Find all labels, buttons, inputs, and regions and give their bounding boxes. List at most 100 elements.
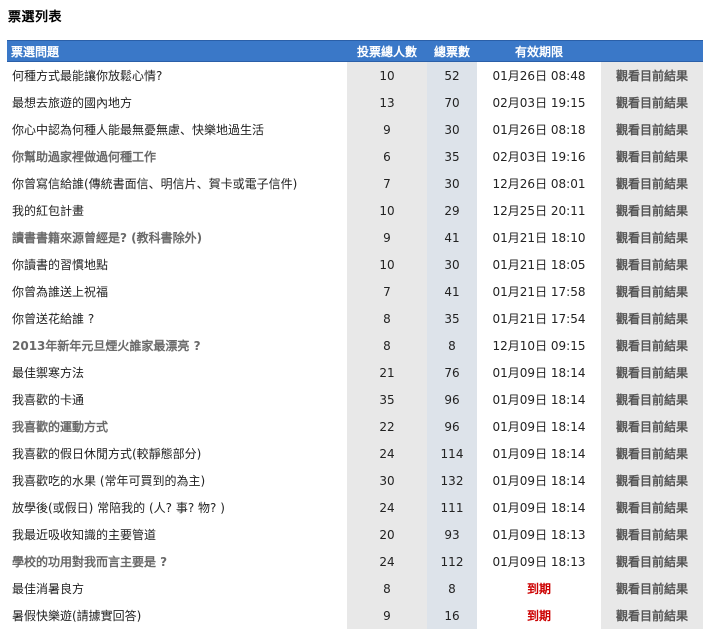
total-votes-cell: 93 bbox=[427, 521, 477, 548]
voters-cell: 10 bbox=[347, 197, 427, 224]
voters-cell: 24 bbox=[347, 440, 427, 467]
voters-cell: 20 bbox=[347, 521, 427, 548]
view-results-button[interactable]: 觀看目前結果 bbox=[601, 224, 703, 251]
table-row: 你曾送花給誰 ? 8 35 01月21日 17:54 觀看目前結果 bbox=[7, 305, 703, 332]
voters-cell: 22 bbox=[347, 413, 427, 440]
voters-cell: 13 bbox=[347, 89, 427, 116]
table-row: 最想去旅遊的國內地方 13 70 02月03日 19:15 觀看目前結果 bbox=[7, 89, 703, 116]
voters-cell: 7 bbox=[347, 170, 427, 197]
view-results-button[interactable]: 觀看目前結果 bbox=[601, 386, 703, 413]
view-results-button[interactable]: 觀看目前結果 bbox=[601, 521, 703, 548]
total-votes-cell: 41 bbox=[427, 224, 477, 251]
question-cell: 我喜歡的假日休閒方式(較靜態部分) bbox=[7, 440, 347, 467]
voters-cell: 30 bbox=[347, 467, 427, 494]
view-results-button[interactable]: 觀看目前結果 bbox=[601, 440, 703, 467]
view-results-button[interactable]: 觀看目前結果 bbox=[601, 332, 703, 359]
view-results-button[interactable]: 觀看目前結果 bbox=[601, 116, 703, 143]
total-votes-cell: 30 bbox=[427, 116, 477, 143]
total-votes-cell: 29 bbox=[427, 197, 477, 224]
header-expiry: 有效期限 bbox=[477, 40, 601, 62]
table-row: 你曾為誰送上祝福 7 41 01月21日 17:58 觀看目前結果 bbox=[7, 278, 703, 305]
table-row: 我喜歡的卡通 35 96 01月09日 18:14 觀看目前結果 bbox=[7, 386, 703, 413]
expiry-cell: 01月21日 18:05 bbox=[492, 258, 586, 272]
view-results-button[interactable]: 觀看目前結果 bbox=[601, 494, 703, 521]
question-cell: 最佳消暑良方 bbox=[7, 575, 347, 602]
total-votes-cell: 8 bbox=[427, 575, 477, 602]
view-results-button[interactable]: 觀看目前結果 bbox=[601, 197, 703, 224]
total-votes-cell: 96 bbox=[427, 386, 477, 413]
question-cell: 你讀書的習慣地點 bbox=[7, 251, 347, 278]
voters-cell: 35 bbox=[347, 386, 427, 413]
view-results-button[interactable]: 觀看目前結果 bbox=[601, 548, 703, 575]
table-row: 放學後(或假日) 常陪我的 (人? 事? 物? ) 24 111 01月09日 18:… bbox=[7, 494, 703, 521]
table-row: 我喜歡的運動方式 22 96 01月09日 18:14 觀看目前結果 bbox=[7, 413, 703, 440]
question-cell: 我的紅包計畫 bbox=[7, 197, 347, 224]
question-cell: 你幫助過家裡做過何種工作 bbox=[7, 143, 347, 170]
expiry-cell: 01月21日 17:58 bbox=[492, 285, 586, 299]
table-row: 你讀書的習慣地點 10 30 01月21日 18:05 觀看目前結果 bbox=[7, 251, 703, 278]
table-row: 何種方式最能讓你放鬆心情? 10 52 01月26日 08:48 觀看目前結果 bbox=[7, 62, 703, 89]
view-results-button[interactable]: 觀看目前結果 bbox=[601, 170, 703, 197]
total-votes-cell: 70 bbox=[427, 89, 477, 116]
voters-cell: 6 bbox=[347, 143, 427, 170]
expiry-cell: 12月25日 20:11 bbox=[492, 204, 586, 218]
question-cell: 你曾送花給誰 ? bbox=[7, 305, 347, 332]
question-cell: 何種方式最能讓你放鬆心情? bbox=[7, 62, 347, 89]
view-results-button[interactable]: 觀看目前結果 bbox=[601, 278, 703, 305]
header-total-votes: 總票數 bbox=[427, 40, 477, 62]
expiry-cell: 01月09日 18:14 bbox=[492, 393, 586, 407]
view-results-button[interactable]: 觀看目前結果 bbox=[601, 602, 703, 629]
expiry-cell: 12月26日 08:01 bbox=[492, 177, 586, 191]
voters-cell: 8 bbox=[347, 575, 427, 602]
expiry-cell: 01月09日 18:13 bbox=[492, 555, 586, 569]
table-row: 暑假快樂遊(請據實回答) 9 16 到期 觀看目前結果 bbox=[7, 602, 703, 629]
header-voters: 投票總人數 bbox=[347, 40, 427, 62]
total-votes-cell: 35 bbox=[427, 305, 477, 332]
table-header-row: 票選問題 投票總人數 總票數 有效期限 bbox=[7, 40, 703, 62]
view-results-button[interactable]: 觀看目前結果 bbox=[601, 413, 703, 440]
total-votes-cell: 132 bbox=[427, 467, 477, 494]
question-cell: 最佳禦寒方法 bbox=[7, 359, 347, 386]
table-row: 你曾寫信給誰(傳統書面信、明信片、賀卡或電子信件) 7 30 12月26日 08:01… bbox=[7, 170, 703, 197]
expiry-cell: 到期 bbox=[526, 582, 551, 596]
question-cell: 2013年新年元旦煙火誰家最漂亮 ? bbox=[7, 332, 347, 359]
table-row: 我最近吸收知識的主要管道 20 93 01月09日 18:13 觀看目前結果 bbox=[7, 521, 703, 548]
expiry-cell: 到期 bbox=[526, 609, 551, 623]
voters-cell: 8 bbox=[347, 305, 427, 332]
question-cell: 我喜歡吃的水果 (常年可買到的為主) bbox=[7, 467, 347, 494]
table-row: 我的紅包計畫 10 29 12月25日 20:11 觀看目前結果 bbox=[7, 197, 703, 224]
table-row: 學校的功用對我而言主要是 ? 24 112 01月09日 18:13 觀看目前結果 bbox=[7, 548, 703, 575]
expiry-cell: 02月03日 19:16 bbox=[492, 150, 586, 164]
view-results-button[interactable]: 觀看目前結果 bbox=[601, 305, 703, 332]
voters-cell: 24 bbox=[347, 548, 427, 575]
expiry-cell: 01月26日 08:48 bbox=[492, 69, 586, 83]
question-cell: 最想去旅遊的國內地方 bbox=[7, 89, 347, 116]
view-results-button[interactable]: 觀看目前結果 bbox=[601, 359, 703, 386]
question-cell: 你曾寫信給誰(傳統書面信、明信片、賀卡或電子信件) bbox=[7, 170, 347, 197]
voters-cell: 10 bbox=[347, 251, 427, 278]
question-cell: 學校的功用對我而言主要是 ? bbox=[7, 548, 347, 575]
view-results-button[interactable]: 觀看目前結果 bbox=[601, 467, 703, 494]
expiry-cell: 01月26日 08:18 bbox=[492, 123, 586, 137]
question-cell: 暑假快樂遊(請據實回答) bbox=[7, 602, 347, 629]
question-cell: 我喜歡的運動方式 bbox=[7, 413, 347, 440]
table-row: 讀書書籍來源曾經是? (教科書除外) 9 41 01月21日 18:10 觀看目前結果 bbox=[7, 224, 703, 251]
view-results-button[interactable]: 觀看目前結果 bbox=[601, 575, 703, 602]
expiry-cell: 01月09日 18:14 bbox=[492, 501, 586, 515]
voters-cell: 9 bbox=[347, 224, 427, 251]
table-row: 2013年新年元旦煙火誰家最漂亮 ? 8 8 12月10日 09:15 觀看目前結果 bbox=[7, 332, 703, 359]
view-results-button[interactable]: 觀看目前結果 bbox=[601, 143, 703, 170]
table-row: 你幫助過家裡做過何種工作 6 35 02月03日 19:16 觀看目前結果 bbox=[7, 143, 703, 170]
view-results-button[interactable]: 觀看目前結果 bbox=[601, 89, 703, 116]
voters-cell: 8 bbox=[347, 332, 427, 359]
view-results-button[interactable]: 觀看目前結果 bbox=[601, 251, 703, 278]
expiry-cell: 01月09日 18:14 bbox=[492, 420, 586, 434]
total-votes-cell: 111 bbox=[427, 494, 477, 521]
voters-cell: 21 bbox=[347, 359, 427, 386]
view-results-button[interactable]: 觀看目前結果 bbox=[601, 62, 703, 89]
total-votes-cell: 76 bbox=[427, 359, 477, 386]
voters-cell: 10 bbox=[347, 62, 427, 89]
voters-cell: 7 bbox=[347, 278, 427, 305]
total-votes-cell: 35 bbox=[427, 143, 477, 170]
expiry-cell: 01月09日 18:14 bbox=[492, 366, 586, 380]
